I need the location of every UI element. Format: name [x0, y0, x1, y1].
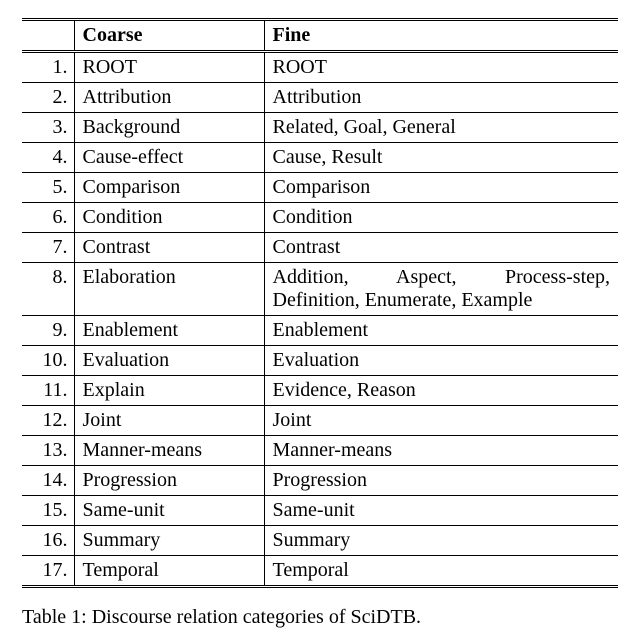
cell-fine: Joint — [264, 406, 618, 436]
cell-coarse: Elaboration — [74, 263, 264, 316]
table-row: 7.ContrastContrast — [22, 233, 618, 263]
cell-fine: Addition, Aspect, Process-step, Definiti… — [264, 263, 618, 316]
table-row: 11.ExplainEvidence, Reason — [22, 376, 618, 406]
table-row: 6.ConditionCondition — [22, 203, 618, 233]
cell-fine: Attribution — [264, 83, 618, 113]
cell-num: 12. — [22, 406, 74, 436]
cell-fine: Comparison — [264, 173, 618, 203]
cell-fine: Summary — [264, 526, 618, 556]
cell-num: 5. — [22, 173, 74, 203]
cell-num: 6. — [22, 203, 74, 233]
cell-num: 9. — [22, 316, 74, 346]
cell-num: 17. — [22, 556, 74, 587]
cell-num: 15. — [22, 496, 74, 526]
relation-table: Coarse Fine 1.ROOTROOT2.AttributionAttri… — [22, 18, 618, 588]
cell-coarse: Temporal — [74, 556, 264, 587]
cell-fine: Temporal — [264, 556, 618, 587]
header-coarse: Coarse — [74, 20, 264, 52]
table-row: 10.EvaluationEvaluation — [22, 346, 618, 376]
cell-num: 11. — [22, 376, 74, 406]
cell-coarse: Attribution — [74, 83, 264, 113]
table-row: 14.ProgressionProgression — [22, 466, 618, 496]
table-row: 13.Manner-meansManner-means — [22, 436, 618, 466]
cell-coarse: Explain — [74, 376, 264, 406]
cell-num: 4. — [22, 143, 74, 173]
table-row: 5.ComparisonComparison — [22, 173, 618, 203]
cell-coarse: Evaluation — [74, 346, 264, 376]
table-row: 8.ElaborationAddition, Aspect, Process-s… — [22, 263, 618, 316]
table-row: 3.BackgroundRelated, Goal, General — [22, 113, 618, 143]
cell-coarse: ROOT — [74, 52, 264, 83]
cell-fine: ROOT — [264, 52, 618, 83]
header-fine: Fine — [264, 20, 618, 52]
cell-coarse: Same-unit — [74, 496, 264, 526]
cell-coarse: Summary — [74, 526, 264, 556]
table-row: 1.ROOTROOT — [22, 52, 618, 83]
cell-num: 10. — [22, 346, 74, 376]
cell-fine: Same-unit — [264, 496, 618, 526]
cell-num: 14. — [22, 466, 74, 496]
cell-coarse: Cause-effect — [74, 143, 264, 173]
cell-fine: Evidence, Reason — [264, 376, 618, 406]
table-caption: Table 1: Discourse relation categories o… — [22, 606, 618, 629]
cell-coarse: Condition — [74, 203, 264, 233]
table-row: 17.TemporalTemporal — [22, 556, 618, 587]
cell-fine: Related, Goal, General — [264, 113, 618, 143]
cell-fine: Progression — [264, 466, 618, 496]
cell-coarse: Joint — [74, 406, 264, 436]
cell-fine: Enablement — [264, 316, 618, 346]
cell-num: 7. — [22, 233, 74, 263]
table-row: 12.JointJoint — [22, 406, 618, 436]
cell-fine: Manner-means — [264, 436, 618, 466]
cell-fine: Condition — [264, 203, 618, 233]
table-row: 4.Cause-effectCause, Result — [22, 143, 618, 173]
cell-fine: Cause, Result — [264, 143, 618, 173]
cell-coarse: Background — [74, 113, 264, 143]
header-num — [22, 20, 74, 52]
table-header-row: Coarse Fine — [22, 20, 618, 52]
cell-num: 8. — [22, 263, 74, 316]
table-row: 2.AttributionAttribution — [22, 83, 618, 113]
cell-num: 16. — [22, 526, 74, 556]
table-row: 16.SummarySummary — [22, 526, 618, 556]
cell-num: 1. — [22, 52, 74, 83]
table-row: 9.EnablementEnablement — [22, 316, 618, 346]
cell-num: 2. — [22, 83, 74, 113]
cell-fine: Contrast — [264, 233, 618, 263]
page: Coarse Fine 1.ROOTROOT2.AttributionAttri… — [0, 0, 640, 639]
cell-coarse: Comparison — [74, 173, 264, 203]
cell-coarse: Progression — [74, 466, 264, 496]
table-body: 1.ROOTROOT2.AttributionAttribution3.Back… — [22, 52, 618, 587]
cell-num: 13. — [22, 436, 74, 466]
table-row: 15.Same-unitSame-unit — [22, 496, 618, 526]
cell-coarse: Manner-means — [74, 436, 264, 466]
cell-num: 3. — [22, 113, 74, 143]
cell-fine: Evaluation — [264, 346, 618, 376]
cell-coarse: Enablement — [74, 316, 264, 346]
cell-coarse: Contrast — [74, 233, 264, 263]
